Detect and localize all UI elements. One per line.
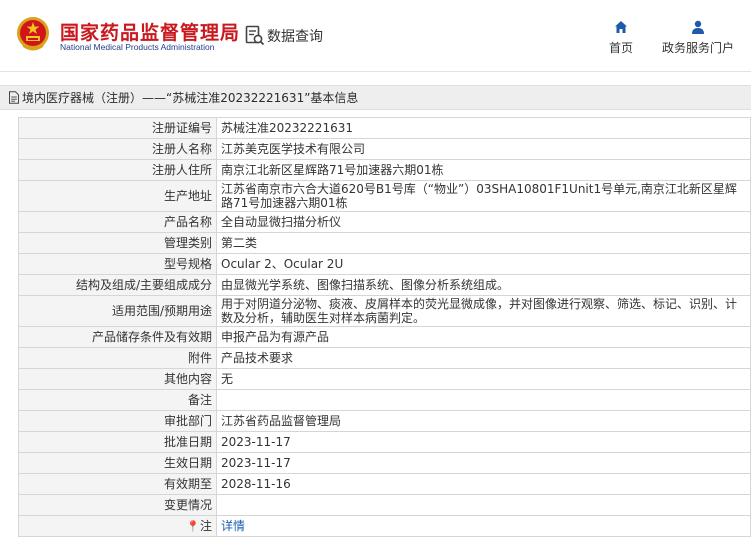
data-query-label: 数据查询 [267, 29, 323, 45]
row-value [216, 494, 751, 516]
document-icon [9, 91, 19, 104]
row-label: 注册证编号 [18, 117, 217, 139]
row-label: 批准日期 [18, 431, 217, 453]
site-header: 国家药品监督管理局 National Medical Products Admi… [0, 0, 751, 72]
table-row: 注册人名称 江苏美克医学技术有限公司 [18, 138, 751, 160]
table-row: 生产地址 江苏省南京市六合大道620号B1号库（“物业”）03SHA10801F… [18, 180, 751, 212]
row-label: 产品储存条件及有效期 [18, 326, 217, 348]
table-row: 产品名称 全自动显微扫描分析仪 [18, 211, 751, 233]
row-value-cell: 详情 [216, 515, 751, 537]
row-value: 用于对阴道分泌物、痰液、皮屑样本的荧光显微成像，并对图像进行观察、筛选、标记、识… [216, 295, 751, 327]
row-label: 附件 [18, 347, 217, 369]
note-label-cell: 📍注 [18, 515, 217, 537]
row-label: 注 [199, 518, 212, 533]
search-document-icon [245, 25, 265, 46]
row-label: 注册人名称 [18, 138, 217, 160]
row-label: 备注 [18, 389, 217, 411]
table-row: 结构及组成/主要组成成分 由显微光学系统、图像扫描系统、图像分析系统组成。 [18, 274, 751, 296]
row-value: 第二类 [216, 232, 751, 254]
details-link[interactable]: 详情 [221, 519, 245, 533]
row-value: 苏械注准20232221631 [216, 117, 751, 139]
row-value: 产品技术要求 [216, 347, 751, 369]
row-label: 适用范围/预期用途 [18, 295, 217, 327]
row-label: 注册人住所 [18, 159, 217, 181]
table-row: 注册证编号 苏械注准20232221631 [18, 117, 751, 139]
row-value: 南京江北新区星辉路71号加速器六期01栋 [216, 159, 751, 181]
row-label: 其他内容 [18, 368, 217, 390]
row-label: 生效日期 [18, 452, 217, 474]
table-row: 批准日期 2023-11-17 [18, 431, 751, 453]
row-value: 江苏省药品监督管理局 [216, 410, 751, 432]
row-label: 产品名称 [18, 211, 217, 233]
table-row: 注册人住所 南京江北新区星辉路71号加速器六期01栋 [18, 159, 751, 181]
table-row: 生效日期 2023-11-17 [18, 452, 751, 474]
data-query-title: 数据查询 [245, 25, 323, 47]
location-pin-icon: 📍 [186, 519, 200, 533]
table-row: 适用范围/预期用途 用于对阴道分泌物、痰液、皮屑样本的荧光显微成像，并对图像进行… [18, 295, 751, 327]
table-row: 管理类别 第二类 [18, 232, 751, 254]
row-label: 管理类别 [18, 232, 217, 254]
row-label: 变更情况 [18, 494, 217, 516]
row-value: 2023-11-17 [216, 452, 751, 474]
site-title[interactable]: 国家药品监督管理局 [60, 18, 240, 45]
nav-home-link[interactable]: 首页 [604, 20, 638, 56]
user-icon [692, 20, 704, 34]
row-label: 型号规格 [18, 253, 217, 275]
row-value: 申报产品为有源产品 [216, 326, 751, 348]
table-row: 审批部门 江苏省药品监督管理局 [18, 410, 751, 432]
row-value: 全自动显微扫描分析仪 [216, 211, 751, 233]
table-row: 附件 产品技术要求 [18, 347, 751, 369]
row-value: 江苏省南京市六合大道620号B1号库（“物业”）03SHA10801F1Unit… [216, 180, 751, 212]
row-value [216, 389, 751, 411]
row-value: Ocular 2、Ocular 2U [216, 253, 751, 275]
row-label: 审批部门 [18, 410, 217, 432]
detail-table: 注册证编号 苏械注准20232221631 注册人名称 江苏美克医学技术有限公司… [18, 117, 751, 537]
home-icon [615, 21, 627, 33]
table-row: 备注 [18, 389, 751, 411]
table-row: 变更情况 [18, 494, 751, 516]
nav-home-label: 首页 [608, 41, 633, 55]
nav-gov-service-label: 政务服务门户 [661, 41, 734, 55]
breadcrumb-text: 境内医疗器械（注册）——“苏械注准20232221631”基本信息 [22, 91, 359, 105]
row-value: 2023-11-17 [216, 431, 751, 453]
row-label: 生产地址 [18, 180, 217, 212]
row-value: 由显微光学系统、图像扫描系统、图像分析系统组成。 [216, 274, 751, 296]
row-value: 无 [216, 368, 751, 390]
row-value: 江苏美克医学技术有限公司 [216, 138, 751, 160]
table-row: 有效期至 2028-11-16 [18, 473, 751, 495]
table-row: 📍注 详情 [18, 515, 751, 537]
table-row: 产品储存条件及有效期 申报产品为有源产品 [18, 326, 751, 348]
breadcrumb: 境内医疗器械（注册）——“苏械注准20232221631”基本信息 [0, 85, 751, 110]
row-label: 结构及组成/主要组成成分 [18, 274, 217, 296]
table-row: 型号规格 Ocular 2、Ocular 2U [18, 253, 751, 275]
row-value: 2028-11-16 [216, 473, 751, 495]
table-row: 其他内容 无 [18, 368, 751, 390]
national-emblem-icon [17, 17, 49, 51]
row-label: 有效期至 [18, 473, 217, 495]
site-subtitle: National Medical Products Administration [60, 42, 215, 52]
nav-gov-service-link[interactable]: 政务服务门户 [658, 20, 738, 56]
